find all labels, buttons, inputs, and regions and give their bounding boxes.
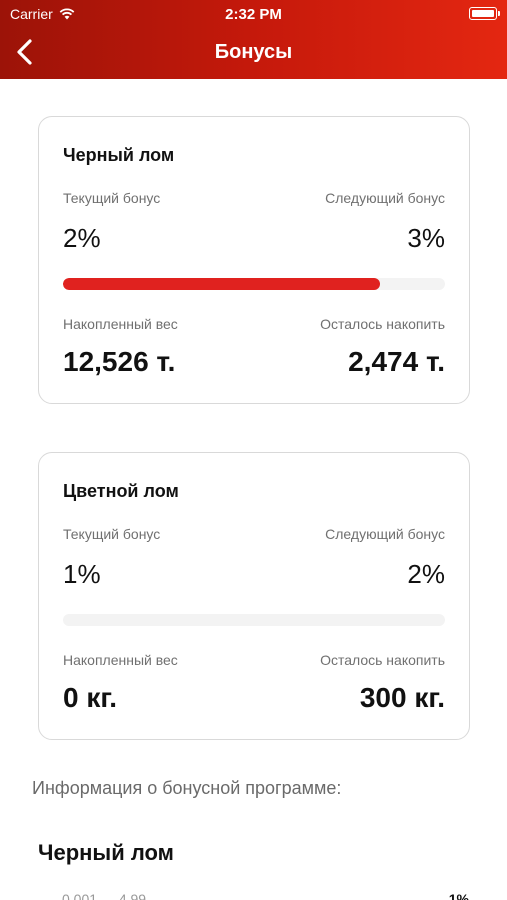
- page-title: Бонусы: [214, 41, 293, 63]
- current-bonus-value: 1%: [63, 559, 101, 589]
- remaining-value: 2,474 т.: [348, 346, 445, 377]
- accumulated-weight-label: Накопленный вес: [63, 652, 178, 668]
- next-bonus-label: Следующий бонус: [325, 190, 445, 206]
- current-bonus-label: Текущий бонус: [63, 190, 161, 206]
- card-title: Цветной лом: [63, 481, 179, 501]
- tier-range: 0,001 — 4,99: [62, 891, 147, 900]
- accumulated-weight-label: Накопленный вес: [63, 316, 178, 332]
- status-time: 2:32 PM: [225, 6, 282, 23]
- current-bonus-label: Текущий бонус: [63, 526, 161, 542]
- bonus-program-info-heading: Информация о бонусной программе:: [32, 778, 342, 798]
- current-bonus-value: 2%: [63, 223, 101, 253]
- section-title-ferrous: Черный лом: [38, 840, 174, 865]
- battery-icon: [469, 7, 500, 20]
- tier-percent: 1%: [448, 891, 469, 900]
- bonus-tier-row: 0,001 — 4,99 1%: [62, 891, 469, 900]
- top-bar: Carrier 2:32 PM Бонусы: [0, 0, 507, 79]
- progress-fill: [63, 278, 381, 290]
- next-bonus-value: 2%: [407, 559, 445, 589]
- bonus-card-nonferrous: Цветной лом Текущий бонус Следующий бону…: [38, 452, 470, 740]
- progress-track: [63, 278, 445, 290]
- remaining-label: Осталось накопить: [320, 652, 445, 668]
- bonus-card-ferrous: Черный лом Текущий бонус Следующий бонус…: [38, 116, 470, 404]
- progress-track: [63, 614, 445, 626]
- remaining-label: Осталось накопить: [320, 316, 445, 332]
- next-bonus-label: Следующий бонус: [325, 526, 445, 542]
- accumulated-weight-value: 0 кг.: [63, 682, 118, 713]
- accumulated-weight-value: 12,526 т.: [63, 346, 176, 377]
- next-bonus-value: 3%: [407, 223, 445, 253]
- remaining-value: 300 кг.: [359, 682, 445, 713]
- navigation-bar: Бонусы: [0, 28, 507, 79]
- card-title: Черный лом: [63, 145, 175, 165]
- status-bar: Carrier 2:32 PM: [0, 0, 507, 28]
